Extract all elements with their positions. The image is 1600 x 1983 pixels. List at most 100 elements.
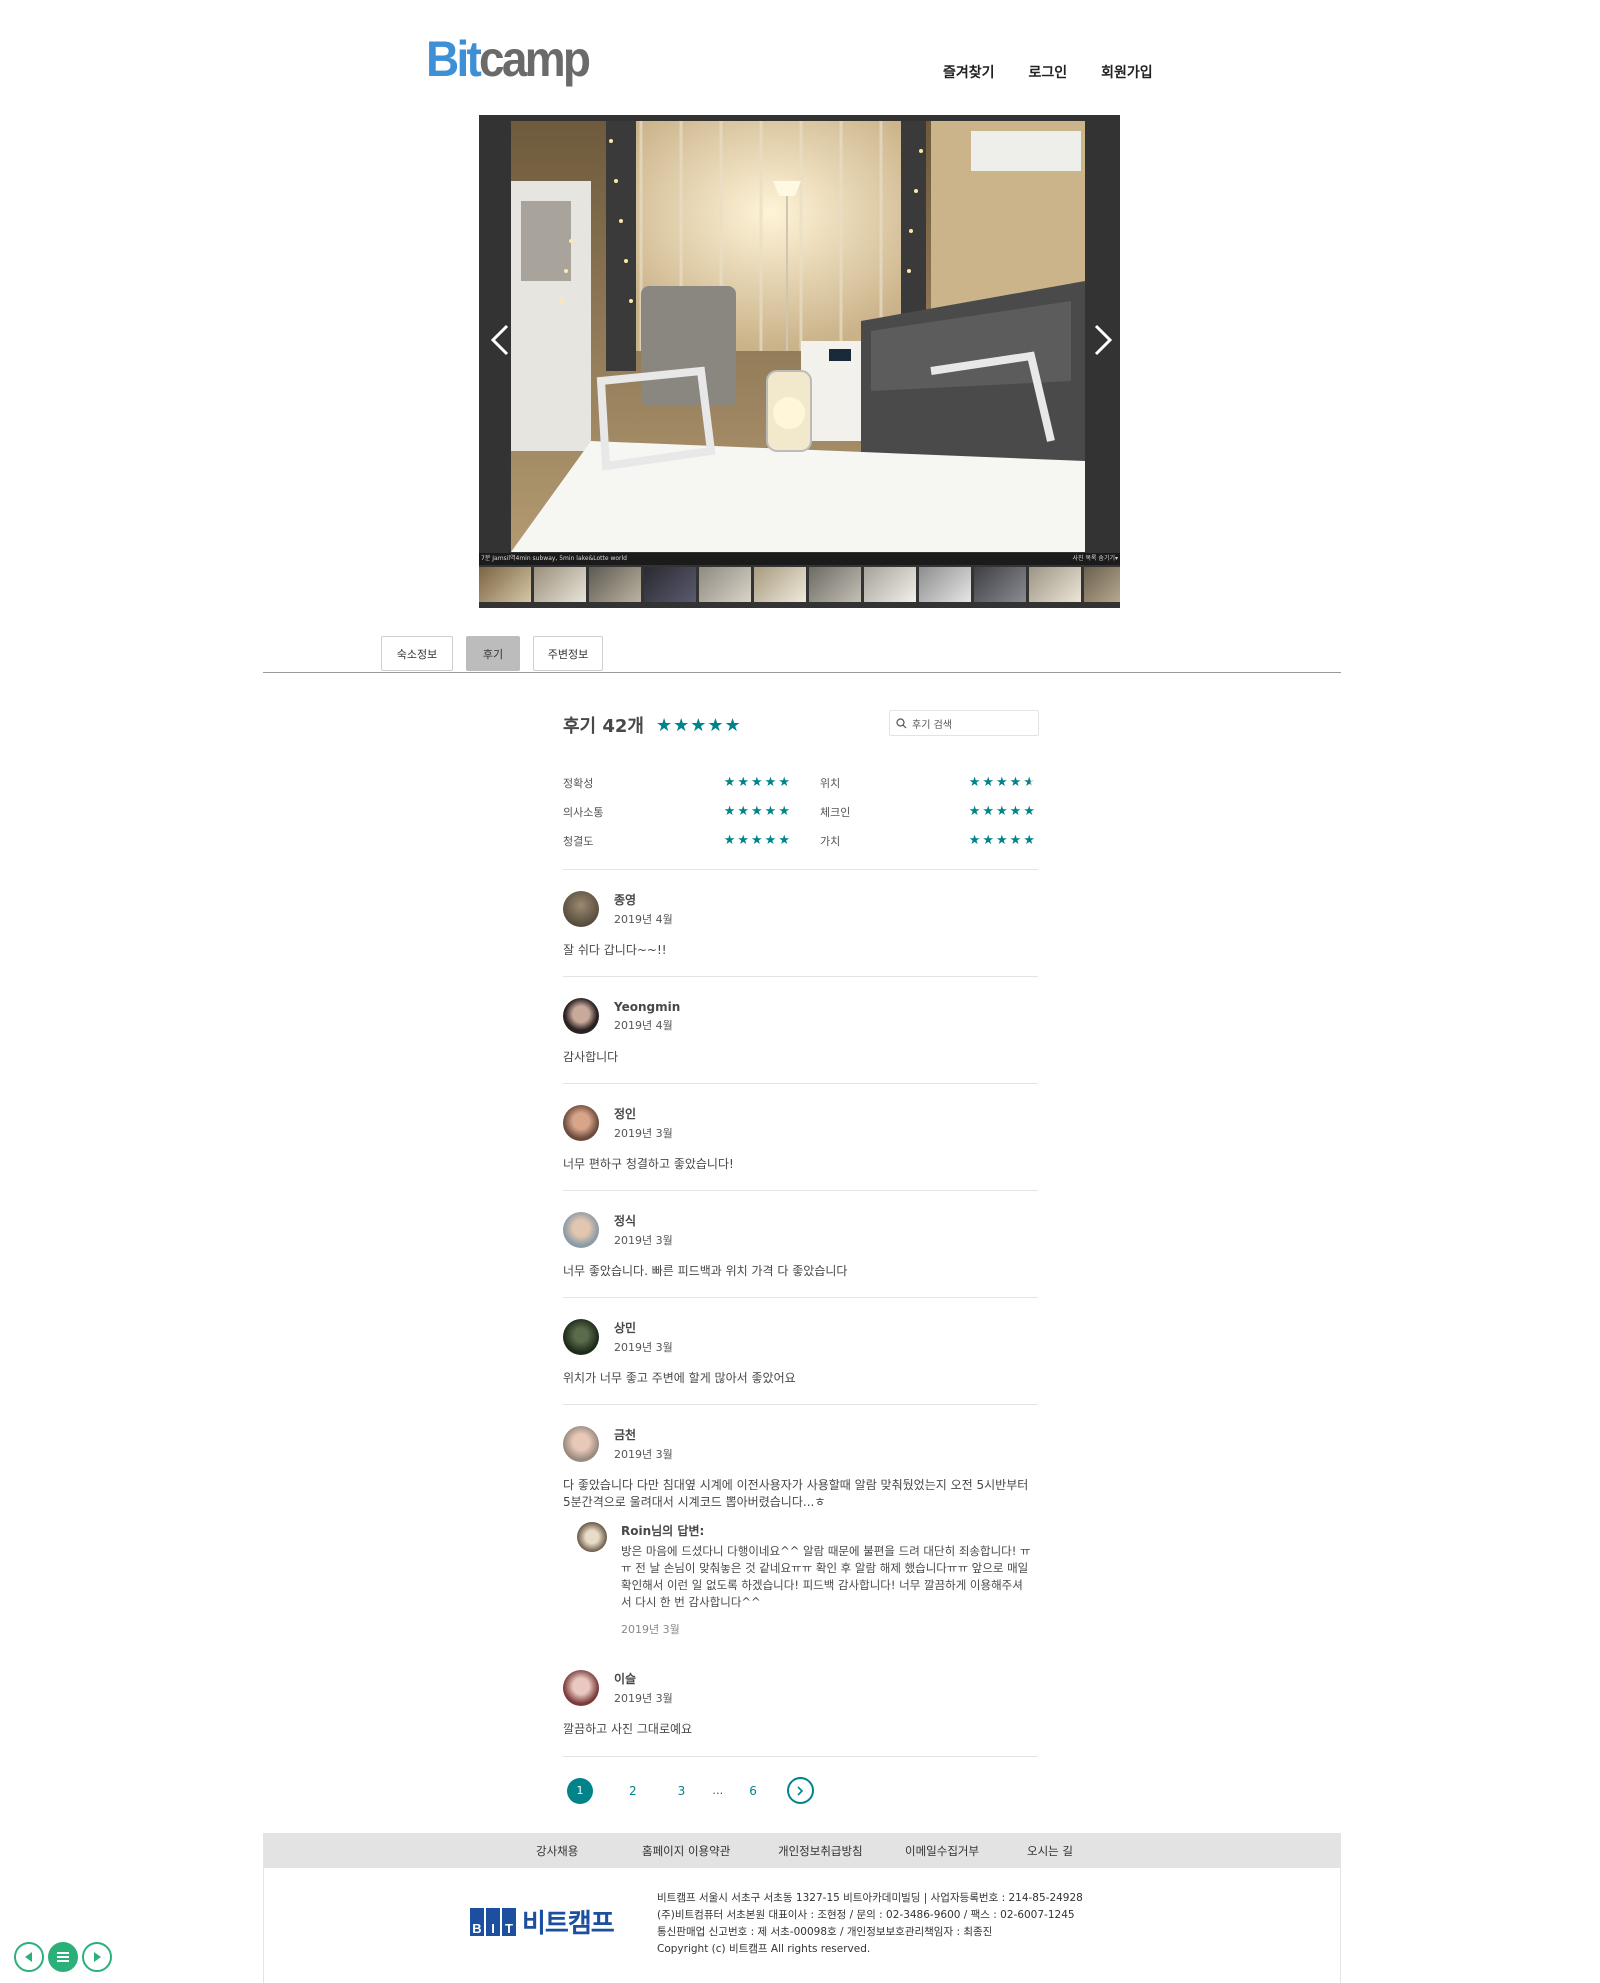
footer-logo-letter: I [486, 1907, 500, 1936]
review-text: 위치가 너무 좋고 주변에 할게 많아서 좋았어요 [563, 1371, 796, 1385]
bitcamp-logo[interactable]: Bitcamp [426, 30, 591, 88]
avatar[interactable] [563, 1426, 599, 1462]
page-ellipsis: … [712, 1784, 724, 1797]
review-item: 금천 2019년 3월 다 좋았습니다 다만 침대옆 시계에 이전사용자가 사용할… [563, 1426, 1038, 1511]
floating-controls [14, 1942, 112, 1972]
footer-body: B I T 비트캠프 비트캠프 서울시 서초구 서초동 1327-15 비트아카… [264, 1868, 1340, 1983]
footer-link-email-refusal[interactable]: 이메일수집거부 [905, 1843, 979, 1859]
next-page-button[interactable] [786, 1777, 814, 1804]
review-text: 다 좋았습니다 다만 침대옆 시계에 이전사용자가 사용할때 알람 맞춰뒀었는지… [563, 1478, 1029, 1509]
review-text: 감사합니다 [563, 1050, 619, 1064]
divider [563, 1404, 1038, 1405]
host-reply-date: 2019년 3월 [621, 1623, 680, 1636]
rating-label-location: 위치 [820, 776, 841, 790]
gallery-thumbnail[interactable] [974, 567, 1026, 602]
reviews-count-title: 후기 42개 [563, 716, 644, 737]
footer-logo-letter: B [470, 1907, 484, 1936]
page-1-button[interactable]: 1 [567, 1777, 593, 1804]
avatar[interactable] [563, 891, 599, 927]
footer-info-line: 비트캠프 서울시 서초구 서초동 1327-15 비트아카데미빌딩 | 사업자등… [657, 1892, 1083, 1904]
review-date: 2019년 3월 [614, 1234, 673, 1247]
footer-info-line: (주)비트컴퓨터 서초본원 대표이사 : 조현정 / 문의 : 02-3486-… [657, 1909, 1075, 1921]
divider [563, 869, 1038, 870]
review-date: 2019년 4월 [614, 913, 673, 926]
gallery-thumbnail[interactable] [534, 567, 586, 602]
reviewer-name: 이슬 [614, 1672, 637, 1686]
footer-link-terms[interactable]: 홈페이지 이용약관 [642, 1843, 730, 1859]
photo-caption-text: 7분 Jamsil역4min subway, 5min lake&Lotte w… [481, 555, 627, 562]
review-search-input[interactable]: 후기 검색 [889, 710, 1039, 736]
nav-login[interactable]: 로그인 [1029, 62, 1068, 82]
nav-favorites[interactable]: 즐겨찾기 [943, 62, 995, 82]
rating-label-cleanliness: 청결도 [563, 834, 594, 848]
footer-link-instructor-recruit[interactable]: 강사채용 [536, 1843, 578, 1859]
review-item: 정식 2019년 3월 너무 좋았습니다. 빠른 피드백과 위치 가격 다 좋았습… [563, 1212, 1038, 1280]
gallery-prev-arrow[interactable] [483, 310, 519, 370]
gallery-thumbnail[interactable] [479, 567, 531, 602]
hide-photo-list-toggle[interactable]: 사진 목록 숨기기▾ [1073, 553, 1118, 565]
divider [563, 976, 1038, 977]
search-icon [896, 717, 907, 728]
footer-bitcamp-logo: B I T 비트캠프 [470, 1903, 615, 1940]
rating-stars-value: ★★★★★ [968, 832, 1037, 848]
tab-reviews[interactable]: 후기 [466, 636, 520, 671]
next-button[interactable] [82, 1942, 112, 1972]
review-item: 이슬 2019년 3월 깔끔하고 사진 그대로예요 [563, 1670, 1038, 1738]
gallery-thumbnail[interactable] [809, 567, 861, 602]
gallery-thumbnail[interactable] [919, 567, 971, 602]
page-6-button[interactable]: 6 [749, 1784, 757, 1798]
avatar[interactable] [563, 998, 599, 1034]
top-nav: 즐겨찾기 로그인 회원가입 [943, 62, 1187, 82]
rating-stars-location: ★★★★★ [968, 774, 1037, 790]
previous-button[interactable] [14, 1942, 44, 1972]
logo-part-bit: Bit [426, 31, 482, 87]
gallery-next-arrow[interactable] [1084, 310, 1120, 370]
photo-gallery: 7분 Jamsil역4min subway, 5min lake&Lotte w… [479, 115, 1120, 608]
reviewer-name: Yeongmin [614, 999, 681, 1014]
avatar[interactable] [563, 1105, 599, 1141]
page-2-button[interactable]: 2 [629, 1784, 637, 1798]
avatar[interactable] [563, 1319, 599, 1355]
review-search-placeholder: 후기 검색 [912, 719, 952, 731]
footer-link-directions[interactable]: 오시는 길 [1027, 1843, 1073, 1859]
site-footer: 강사채용 홈페이지 이용약관 개인정보취급방침 이메일수집거부 오시는 길 B … [263, 1833, 1341, 1983]
rating-stars-communication: ★★★★★ [723, 803, 792, 819]
triangle-left-icon [25, 1952, 32, 1962]
divider [563, 1756, 1038, 1757]
review-text: 잘 쉬다 갑니다~~!! [563, 943, 667, 957]
footer-company-info: 비트캠프 서울시 서초구 서초동 1327-15 비트아카데미빌딩 | 사업자등… [657, 1890, 1083, 1958]
footer-link-privacy[interactable]: 개인정보취급방침 [778, 1843, 863, 1859]
review-text: 너무 좋았습니다. 빠른 피드백과 위치 가격 다 좋았습니다 [563, 1264, 848, 1278]
gallery-thumbnail[interactable] [699, 567, 751, 602]
triangle-right-icon [94, 1952, 101, 1962]
gallery-thumbnail[interactable] [754, 567, 806, 602]
page-3-button[interactable]: 3 [678, 1784, 686, 1798]
gallery-thumbnail[interactable] [864, 567, 916, 602]
reviewer-name: 상민 [614, 1321, 637, 1335]
gallery-thumbnail[interactable] [1084, 567, 1120, 602]
gallery-thumbnail[interactable] [589, 567, 641, 602]
review-text: 너무 편하구 청결하고 좋았습니다! [563, 1157, 734, 1171]
footer-logo-text: 비트캠프 [522, 1909, 615, 1939]
nav-signup[interactable]: 회원가입 [1101, 62, 1153, 82]
tab-nearby-info[interactable]: 주변정보 [533, 636, 603, 671]
review-date: 2019년 3월 [614, 1127, 673, 1140]
menu-button[interactable] [48, 1942, 78, 1972]
reviewer-name: 정인 [614, 1107, 637, 1121]
tabs-divider [263, 672, 1341, 673]
gallery-main-photo [511, 121, 1085, 552]
footer-nav: 강사채용 홈페이지 이용약관 개인정보취급방침 이메일수집거부 오시는 길 [264, 1833, 1340, 1868]
overall-rating-stars: ★★★★★ [656, 714, 742, 736]
review-item: 상민 2019년 3월 위치가 너무 좋고 주변에 할게 많아서 좋았어요 [563, 1319, 1038, 1387]
reviewer-name: 정식 [614, 1214, 637, 1228]
avatar[interactable] [563, 1670, 599, 1706]
tab-accommodation-info[interactable]: 숙소정보 [381, 636, 453, 671]
avatar[interactable] [563, 1212, 599, 1248]
gallery-thumbnail[interactable] [644, 567, 696, 602]
rating-label-accuracy: 정확성 [563, 776, 594, 790]
review-date: 2019년 3월 [614, 1341, 673, 1354]
gallery-thumbnail[interactable] [1029, 567, 1081, 602]
divider [563, 1083, 1038, 1084]
pagination: 1 2 3 … 6 [567, 1777, 814, 1804]
host-avatar[interactable] [577, 1522, 607, 1552]
